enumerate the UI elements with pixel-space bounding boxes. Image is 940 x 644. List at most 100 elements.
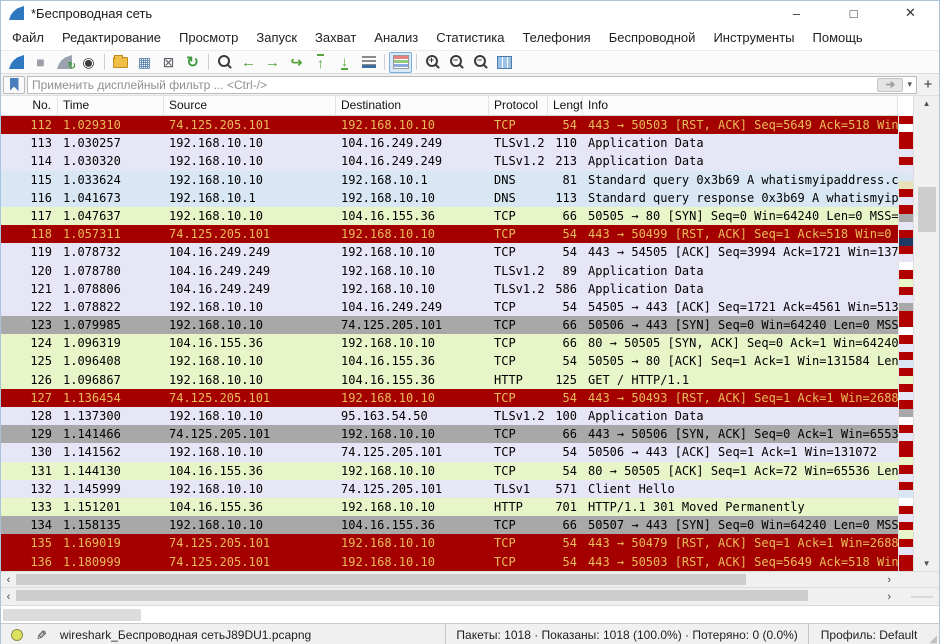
zoom-in-icon[interactable]: + bbox=[421, 52, 444, 73]
filter-dropdown-caret-icon[interactable]: ▾ bbox=[905, 79, 916, 90]
menu-item[interactable]: Просмотр bbox=[170, 25, 247, 50]
horizontal-scroll-thumb[interactable] bbox=[16, 574, 746, 585]
go-back-icon[interactable]: ← bbox=[237, 52, 260, 73]
packet-row[interactable]: 1161.041673192.168.10.1192.168.10.10DNS1… bbox=[1, 189, 898, 207]
column-header-info[interactable]: Info bbox=[583, 96, 898, 115]
autoscroll-icon[interactable] bbox=[357, 52, 380, 73]
packet-row[interactable]: 1241.096319104.16.155.36192.168.10.10TCP… bbox=[1, 334, 898, 352]
horizontal-scroll-track[interactable] bbox=[16, 588, 939, 605]
cell-time: 1.136454 bbox=[58, 389, 164, 407]
go-first-packet-icon[interactable]: ↑ bbox=[309, 52, 332, 73]
close-file-icon[interactable]: ⊠ bbox=[157, 52, 180, 73]
reload-file-icon[interactable]: ↻ bbox=[181, 52, 204, 73]
packet-row[interactable]: 1251.096408192.168.10.10104.16.155.36TCP… bbox=[1, 352, 898, 370]
title-bar: *Беспроводная сеть – □ ✕ bbox=[1, 1, 939, 25]
scroll-up-arrow-icon[interactable]: ▲ bbox=[914, 96, 939, 111]
minimap[interactable] bbox=[898, 116, 913, 571]
packet-row[interactable]: 1341.158135192.168.10.10104.16.155.36TCP… bbox=[1, 516, 898, 534]
horizontal-scrollbar-list[interactable]: ‹ › bbox=[1, 571, 939, 587]
colorize-icon[interactable] bbox=[389, 52, 412, 73]
apply-filter-button[interactable]: ➔ bbox=[877, 78, 903, 92]
horizontal-scroll-track[interactable] bbox=[16, 572, 939, 587]
packet-row[interactable]: 1191.078732104.16.249.249192.168.10.10TC… bbox=[1, 243, 898, 261]
packet-row[interactable]: 1231.079985192.168.10.1074.125.205.101TC… bbox=[1, 316, 898, 334]
column-header-no[interactable]: No. bbox=[1, 96, 58, 115]
splitter-handle[interactable] bbox=[911, 596, 933, 598]
column-header-source[interactable]: Source bbox=[164, 96, 336, 115]
start-capture-icon[interactable] bbox=[5, 52, 28, 73]
cell-destination: 104.16.249.249 bbox=[336, 134, 489, 152]
add-filter-button[interactable]: + bbox=[919, 76, 937, 94]
maximize-button[interactable]: □ bbox=[825, 1, 882, 25]
capture-comment-pencil-icon[interactable]: ✎ bbox=[32, 629, 48, 640]
menu-item[interactable]: Редактирование bbox=[53, 25, 170, 50]
packet-row[interactable]: 1261.096867192.168.10.10104.16.155.36HTT… bbox=[1, 371, 898, 389]
horizontal-scrollbar-detail[interactable]: ‹ › bbox=[1, 587, 939, 605]
menu-item[interactable]: Телефония bbox=[513, 25, 599, 50]
packet-row[interactable]: 1171.047637192.168.10.10104.16.155.36TCP… bbox=[1, 207, 898, 225]
stop-capture-icon[interactable]: ■ bbox=[29, 52, 52, 73]
cell-protocol: TLSv1 bbox=[489, 480, 548, 498]
profile-label[interactable]: Профиль: Default bbox=[808, 624, 930, 644]
display-filter-input[interactable] bbox=[28, 78, 877, 92]
capture-options-icon[interactable]: ◉ bbox=[77, 52, 100, 73]
zoom-normal-icon[interactable]: − bbox=[469, 52, 492, 73]
menu-item[interactable]: Инструменты bbox=[704, 25, 803, 50]
go-forward-icon[interactable]: → bbox=[261, 52, 284, 73]
packet-row[interactable]: 1211.078806104.16.249.249192.168.10.10TL… bbox=[1, 280, 898, 298]
column-header-protocol[interactable]: Protocol bbox=[489, 96, 548, 115]
scroll-right-arrow-icon[interactable]: › bbox=[887, 591, 891, 603]
minimap-stripe bbox=[899, 279, 913, 287]
horizontal-scroll-thumb[interactable] bbox=[16, 590, 808, 601]
menu-item[interactable]: Захват bbox=[306, 25, 365, 50]
column-header-time[interactable]: Time bbox=[58, 96, 164, 115]
menu-item[interactable]: Запуск bbox=[247, 25, 306, 50]
menu-item[interactable]: Анализ bbox=[365, 25, 427, 50]
restart-capture-icon[interactable]: ↻ bbox=[53, 52, 76, 73]
packet-row[interactable]: 1131.030257192.168.10.10104.16.249.249TL… bbox=[1, 134, 898, 152]
packet-row[interactable]: 1151.033624192.168.10.10192.168.10.1DNS8… bbox=[1, 171, 898, 189]
packet-row[interactable]: 1291.14146674.125.205.101192.168.10.10TC… bbox=[1, 425, 898, 443]
menu-item[interactable]: Статистика bbox=[427, 25, 513, 50]
collapsed-pane-thumb[interactable] bbox=[3, 609, 141, 621]
scroll-left-arrow-icon[interactable]: ‹ bbox=[1, 574, 16, 586]
packet-row[interactable]: 1181.05731174.125.205.101192.168.10.10TC… bbox=[1, 225, 898, 243]
expert-info-icon[interactable] bbox=[11, 629, 23, 641]
minimap-stripe bbox=[899, 262, 913, 270]
packet-row[interactable]: 1321.145999192.168.10.1074.125.205.101TL… bbox=[1, 480, 898, 498]
column-header-length[interactable]: Length bbox=[548, 96, 583, 115]
packet-row[interactable]: 1351.16901974.125.205.101192.168.10.10TC… bbox=[1, 534, 898, 552]
zoom-out-icon[interactable]: − bbox=[445, 52, 468, 73]
vertical-scrollbar[interactable]: ▲ ▼ bbox=[913, 96, 939, 571]
vertical-scroll-thumb[interactable] bbox=[918, 187, 936, 232]
packet-row[interactable]: 1281.137300192.168.10.1095.163.54.50TLSv… bbox=[1, 407, 898, 425]
packet-row[interactable]: 1221.078822192.168.10.10104.16.249.249TC… bbox=[1, 298, 898, 316]
go-last-packet-icon[interactable]: ↓ bbox=[333, 52, 356, 73]
packet-row[interactable]: 1331.151201104.16.155.36192.168.10.10HTT… bbox=[1, 498, 898, 516]
column-header-destination[interactable]: Destination bbox=[336, 96, 489, 115]
vertical-scroll-track[interactable] bbox=[914, 111, 939, 556]
packet-row[interactable]: 1361.18099974.125.205.101192.168.10.10TC… bbox=[1, 553, 898, 571]
filter-bookmark-button[interactable] bbox=[3, 76, 25, 94]
packet-row[interactable]: 1271.13645474.125.205.101192.168.10.10TC… bbox=[1, 389, 898, 407]
resize-grip-icon[interactable]: ◢ bbox=[929, 634, 939, 644]
packet-row[interactable]: 1311.144130104.16.155.36192.168.10.10TCP… bbox=[1, 462, 898, 480]
packet-row[interactable]: 1141.030320192.168.10.10104.16.249.249TL… bbox=[1, 152, 898, 170]
menu-item[interactable]: Файл bbox=[3, 25, 53, 50]
open-file-icon[interactable] bbox=[109, 52, 132, 73]
menu-item[interactable]: Беспроводной bbox=[600, 25, 705, 50]
close-button[interactable]: ✕ bbox=[882, 1, 939, 25]
go-to-packet-icon[interactable]: ↪ bbox=[285, 52, 308, 73]
packet-row[interactable]: 1121.02931074.125.205.101192.168.10.10TC… bbox=[1, 116, 898, 134]
scroll-down-arrow-icon[interactable]: ▼ bbox=[914, 556, 939, 571]
save-file-icon[interactable]: ▦ bbox=[133, 52, 156, 73]
menu-item[interactable]: Помощь bbox=[804, 25, 872, 50]
packet-row[interactable]: 1301.141562192.168.10.1074.125.205.101TC… bbox=[1, 443, 898, 461]
minimize-button[interactable]: – bbox=[768, 1, 825, 25]
scroll-right-arrow-icon[interactable]: › bbox=[887, 574, 891, 586]
scroll-left-arrow-icon[interactable]: ‹ bbox=[1, 591, 16, 603]
find-packet-icon[interactable] bbox=[213, 52, 236, 73]
packet-row[interactable]: 1201.078780104.16.249.249192.168.10.10TL… bbox=[1, 262, 898, 280]
resize-columns-icon[interactable] bbox=[493, 52, 516, 73]
cell-source: 192.168.10.10 bbox=[164, 371, 336, 389]
